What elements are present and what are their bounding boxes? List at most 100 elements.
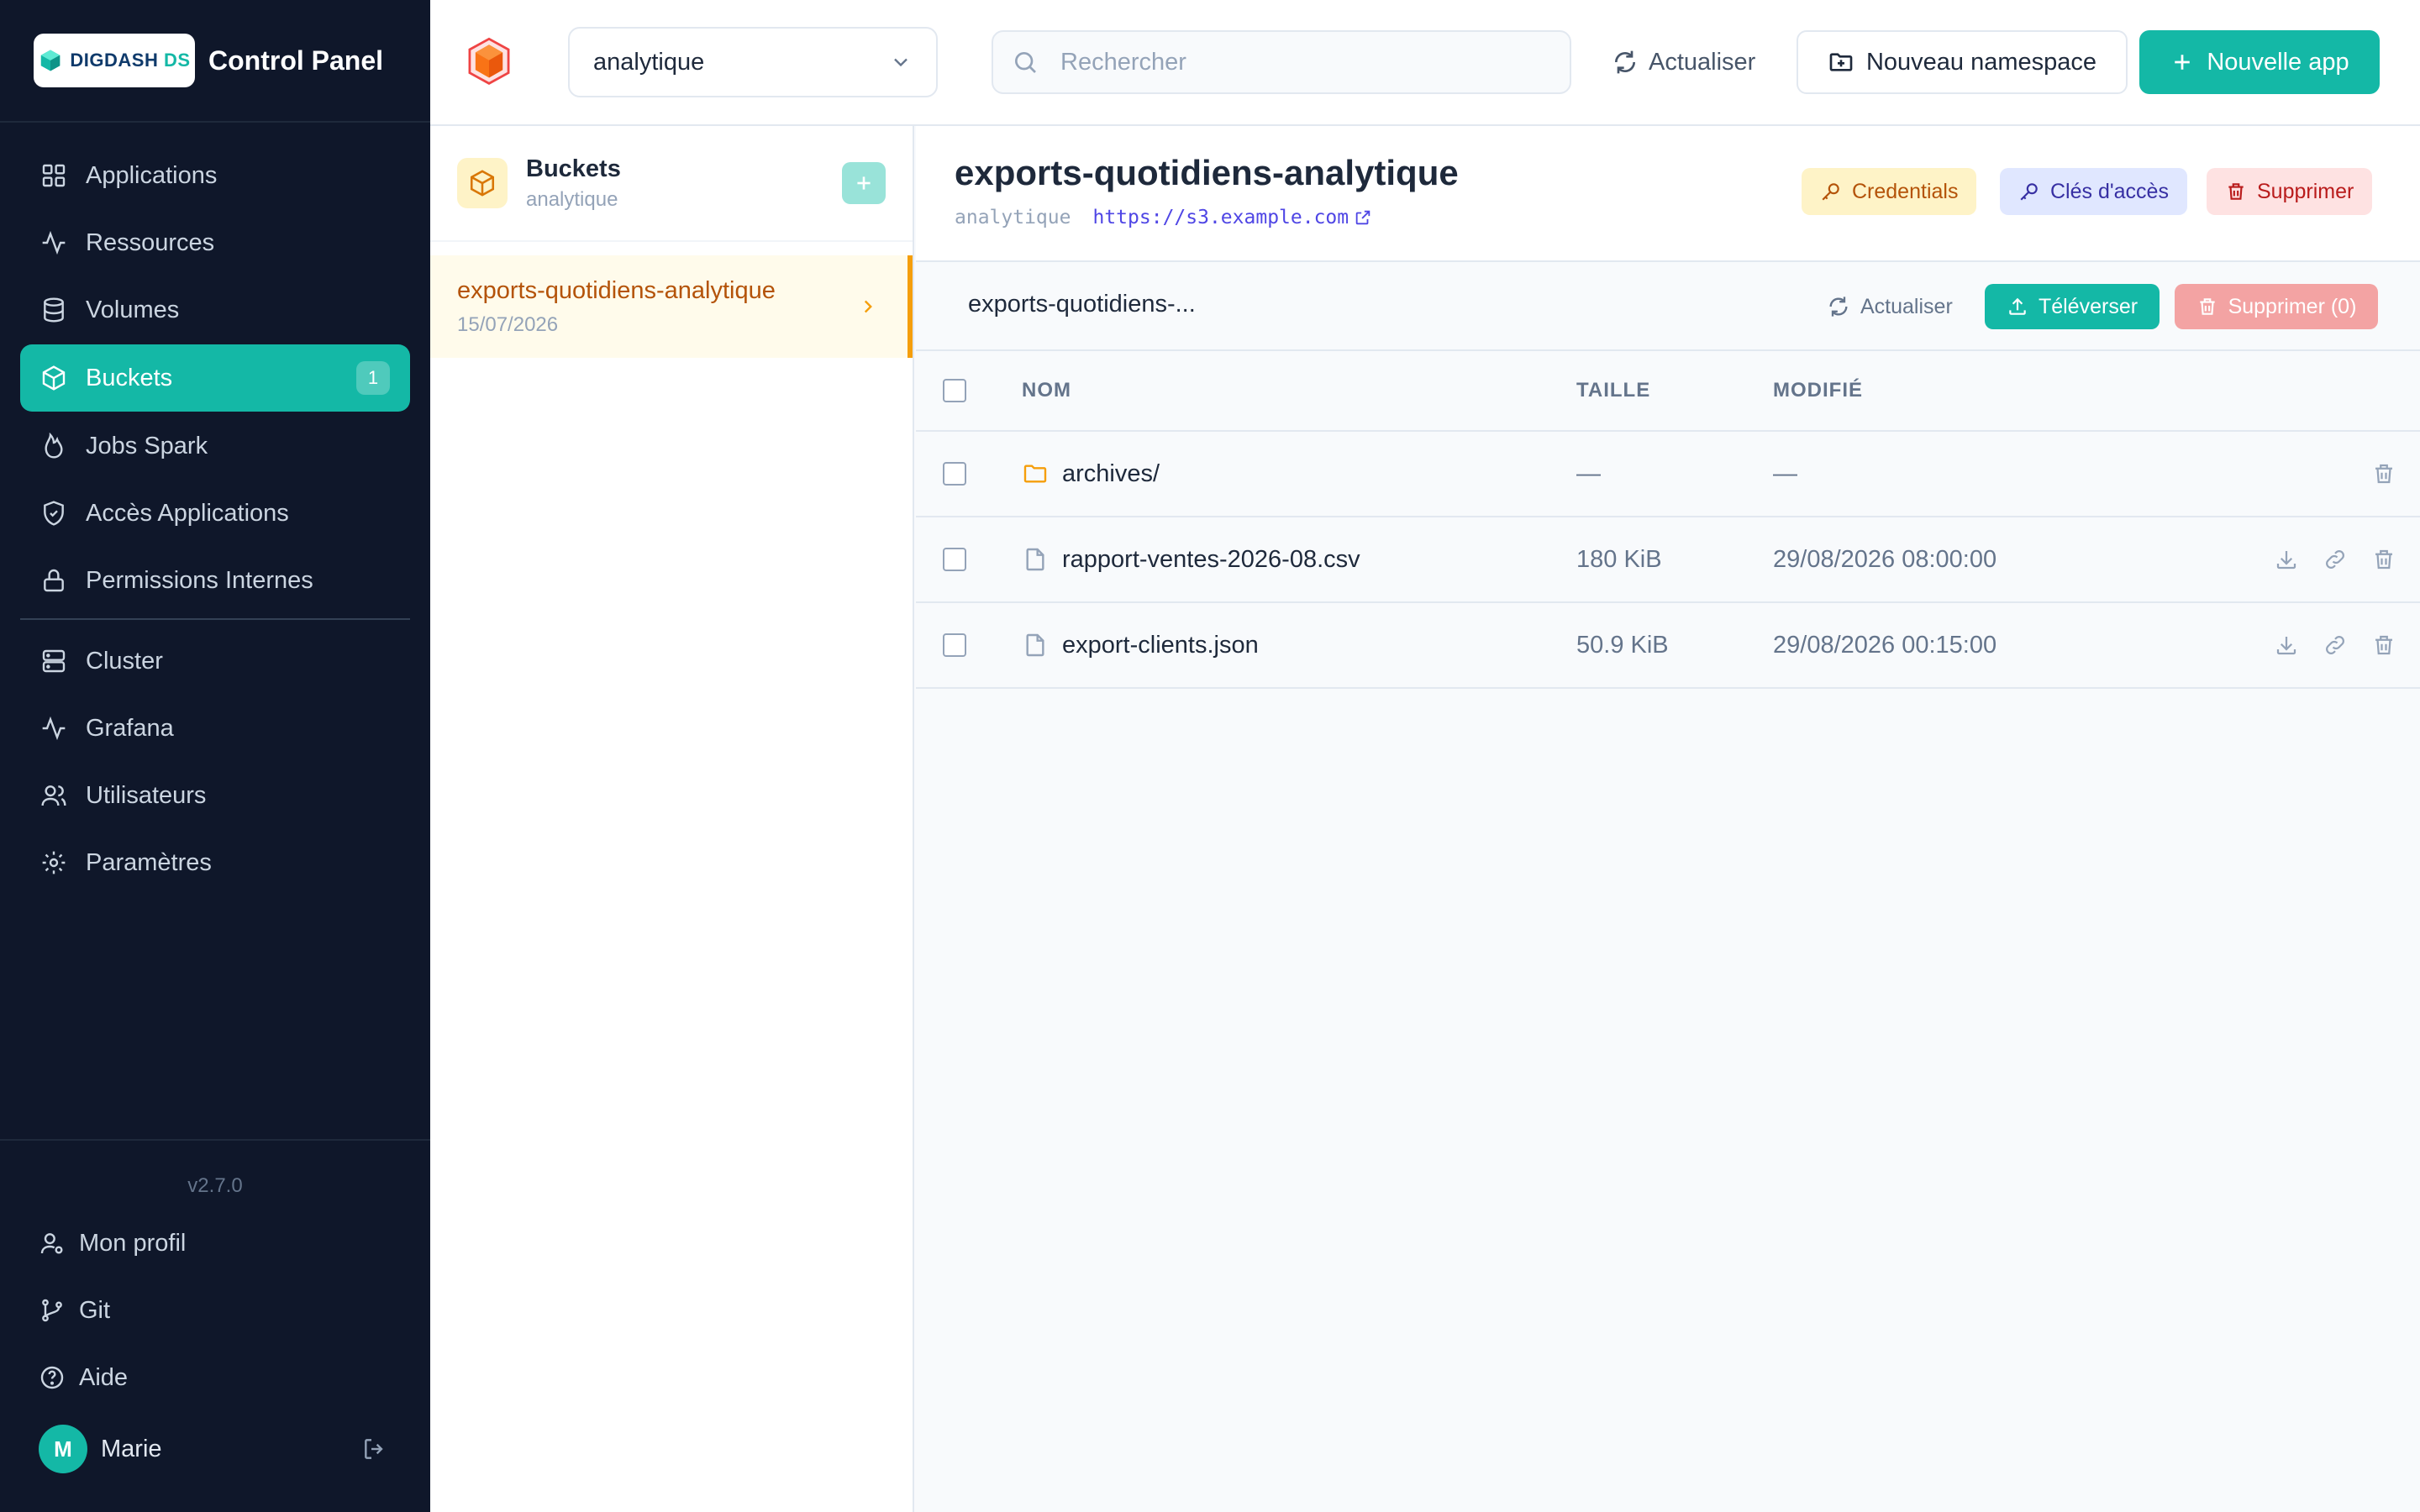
key-icon	[2020, 183, 2038, 201]
sidebar-item-acces-applications[interactable]: Accès Applications	[20, 480, 410, 546]
trash-icon	[2228, 183, 2244, 200]
search-box	[992, 30, 1571, 94]
sidebar-item-utilisateurs[interactable]: Utilisateurs	[20, 763, 410, 828]
sidebar-item-git[interactable]: Git	[0, 1277, 430, 1344]
column-header-size[interactable]: TAILLE	[1576, 379, 1650, 402]
download-icon[interactable]	[2274, 633, 2299, 658]
column-header-name[interactable]: NOM	[1022, 379, 1071, 402]
bucket-namespace: analytique	[955, 207, 1071, 228]
bucket-name: exports-quotidiens-analytique	[457, 276, 776, 304]
avatar[interactable]: M	[39, 1425, 87, 1473]
trash-icon[interactable]	[2371, 633, 2396, 658]
sidebar-item-applications[interactable]: Applications	[20, 143, 410, 208]
activity-icon	[42, 230, 66, 255]
upload-button[interactable]: Téléverser	[1985, 284, 2160, 329]
object-size: 180 KiB	[1576, 545, 1662, 573]
object-name-cell[interactable]: export-clients.json	[1022, 632, 1259, 659]
refresh-objects-label: Actualiser	[1860, 294, 1953, 318]
object-name: export-clients.json	[1062, 631, 1259, 659]
object-size: 50.9 KiB	[1576, 631, 1669, 659]
access-keys-button[interactable]: Clés d'accès	[2000, 168, 2187, 215]
namespace-cube-icon	[468, 37, 510, 85]
box-icon	[470, 170, 495, 197]
row-checkbox[interactable]	[943, 548, 966, 571]
sidebar-item-mon-profil[interactable]: Mon profil	[0, 1210, 430, 1277]
add-bucket-button[interactable]	[842, 162, 886, 204]
bucket-list-subtitle: analytique	[526, 187, 618, 211]
sidebar-item-jobs-spark[interactable]: Jobs Spark	[20, 413, 410, 479]
search-icon	[1015, 52, 1036, 73]
refresh-button[interactable]: Actualiser	[1612, 30, 1755, 94]
plus-icon	[857, 176, 871, 190]
database-icon	[44, 297, 64, 323]
search-input[interactable]	[1060, 48, 1531, 76]
sidebar-item-label: Buckets	[86, 364, 173, 391]
chevron-right-icon	[864, 300, 872, 313]
trash-icon[interactable]	[2371, 461, 2396, 486]
download-icon[interactable]	[2274, 547, 2299, 572]
logout-icon[interactable]	[361, 1436, 388, 1462]
sidebar-item-permissions-internes[interactable]: Permissions Internes	[20, 548, 410, 613]
app-version: v2.7.0	[187, 1174, 243, 1197]
trash-icon[interactable]	[2371, 547, 2396, 572]
bucket-date: 15/07/2026	[457, 312, 559, 336]
new-namespace-button[interactable]: Nouveau namespace	[1797, 30, 2128, 94]
sidebar-item-cluster[interactable]: Cluster	[20, 628, 410, 694]
cube-logo-icon	[41, 50, 60, 71]
bucket-list-item[interactable]: exports-quotidiens-analytique 15/07/2026	[430, 255, 913, 358]
brand-logo-text: DIGDASH DS	[70, 50, 191, 71]
sidebar-nav: Applications Ressources Volumes Buckets …	[20, 143, 410, 897]
row-checkbox[interactable]	[943, 633, 966, 657]
row-actions	[2274, 547, 2396, 572]
credentials-button[interactable]: Credentials	[1802, 168, 1977, 215]
sidebar: DIGDASH DS Control Panel Applications Re…	[0, 0, 430, 1512]
nav-badge: 1	[356, 361, 390, 395]
bucket-endpoint-link[interactable]: https://s3.example.com	[1092, 207, 1349, 228]
link-icon[interactable]	[2323, 633, 2348, 658]
brand: DIGDASH DS Control Panel	[0, 0, 430, 123]
object-name-cell[interactable]: archives/	[1022, 460, 1160, 488]
breadcrumb[interactable]: exports-quotidiens-...	[968, 291, 1196, 318]
folder-icon	[1023, 465, 1047, 483]
sidebar-item-parametres[interactable]: Paramètres	[20, 830, 410, 895]
object-name-cell[interactable]: rapport-ventes-2026-08.csv	[1022, 546, 1360, 574]
sidebar-item-buckets[interactable]: Buckets 1	[20, 344, 410, 412]
sidebar-item-label: Grafana	[86, 714, 174, 742]
row-checkbox[interactable]	[943, 462, 966, 486]
server-icon	[42, 649, 66, 673]
delete-bucket-label: Supprimer	[2257, 179, 2354, 203]
external-link-icon[interactable]	[1354, 208, 1372, 227]
link-icon[interactable]	[2323, 547, 2348, 572]
table-row[interactable]: rapport-ventes-2026-08.csv 180 KiB 29/08…	[916, 517, 2420, 603]
new-app-label: Nouvelle app	[2207, 48, 2349, 76]
sidebar-item-aide[interactable]: Aide	[0, 1344, 430, 1411]
brand-logo[interactable]: DIGDASH DS	[34, 34, 195, 87]
select-all-checkbox[interactable]	[943, 379, 966, 402]
delete-selected-button[interactable]: Supprimer (0)	[2175, 284, 2378, 329]
refresh-objects-button[interactable]: Actualiser	[1827, 284, 1953, 329]
sidebar-item-label: Permissions Internes	[86, 566, 313, 594]
sidebar-item-ressources[interactable]: Ressources	[20, 210, 410, 276]
grid-icon	[42, 164, 66, 187]
new-app-button[interactable]: Nouvelle app	[2139, 30, 2380, 94]
column-header-modified[interactable]: MODIFIÉ	[1773, 379, 1863, 402]
user-row: M Marie	[0, 1411, 430, 1487]
user-name: Marie	[101, 1435, 162, 1462]
table-row[interactable]: archives/ — —	[916, 432, 2420, 517]
delete-bucket-button[interactable]: Supprimer	[2207, 168, 2373, 215]
app-title: Control Panel	[208, 45, 384, 76]
sidebar-item-volumes[interactable]: Volumes	[20, 277, 410, 343]
activity-icon	[42, 716, 66, 741]
users-icon	[41, 785, 66, 806]
object-modified: —	[1773, 459, 1797, 487]
sidebar-item-label: Applications	[86, 161, 218, 189]
sidebar-item-grafana[interactable]: Grafana	[20, 696, 410, 761]
bucket-item-text: exports-quotidiens-analytique 15/07/2026	[457, 277, 776, 337]
trash-icon	[2199, 298, 2215, 315]
folder-plus-icon	[1829, 53, 1853, 71]
sidebar-item-label: Paramètres	[86, 848, 212, 876]
table-row[interactable]: export-clients.json 50.9 KiB 29/08/2026 …	[916, 603, 2420, 689]
namespace-select[interactable]: analytique	[568, 27, 938, 97]
bucket-detail-header: exports-quotidiens-analytique analytique…	[916, 126, 2420, 262]
sidebar-item-label: Accès Applications	[86, 499, 289, 527]
